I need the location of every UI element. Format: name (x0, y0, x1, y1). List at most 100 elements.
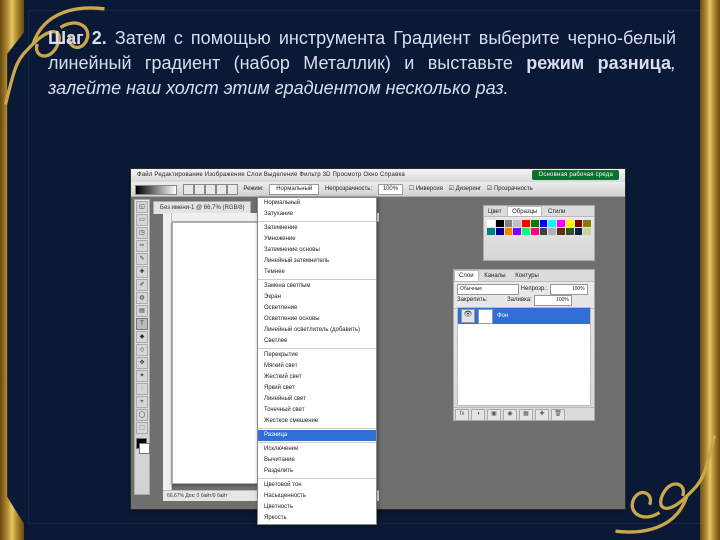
swatch[interactable] (566, 228, 574, 235)
gradient-type-diamond-icon[interactable] (227, 184, 238, 195)
layers-tab[interactable]: Слои (454, 270, 479, 281)
tool-6[interactable]: ✐ (136, 279, 148, 291)
swatch[interactable] (531, 228, 539, 235)
swatches-tab-swatches[interactable]: Образцы (507, 206, 542, 216)
blend-mode-item[interactable]: Разделить (258, 466, 376, 477)
visibility-icon[interactable]: 👁 (461, 309, 475, 323)
workspace-button[interactable]: Основная рабочая среда (532, 170, 619, 180)
swatch[interactable] (522, 228, 530, 235)
swatch[interactable] (487, 220, 495, 227)
gradient-type-radial-icon[interactable] (194, 184, 205, 195)
swatch[interactable] (575, 228, 583, 235)
swatch[interactable] (583, 228, 591, 235)
swatch[interactable] (540, 220, 548, 227)
blend-mode-item[interactable]: Линейный свет (258, 394, 376, 405)
swatch[interactable] (575, 220, 583, 227)
swatch[interactable] (513, 220, 521, 227)
tool-0[interactable]: ◱ (136, 201, 148, 213)
tool-13[interactable]: ✦ (136, 370, 148, 382)
swatch[interactable] (557, 220, 565, 227)
blend-mode-item[interactable]: Мягкий свет (258, 361, 376, 372)
blend-mode-item[interactable]: Светлее (258, 336, 376, 347)
blend-mode-item[interactable]: Осветление (258, 303, 376, 314)
blend-mode-item[interactable]: Исключение (258, 444, 376, 455)
swatch[interactable] (496, 228, 504, 235)
swatch[interactable] (513, 228, 521, 235)
swatch[interactable] (496, 220, 504, 227)
tool-14[interactable]: ◌ (136, 383, 148, 395)
layer-blend-select[interactable]: Обычные (457, 284, 519, 295)
tool-10[interactable]: ◆ (136, 331, 148, 343)
layers-footer-button[interactable]: ◉ (503, 409, 517, 421)
swatches-tab-styles[interactable]: Стили (544, 207, 569, 217)
channels-tab[interactable]: Каналы (480, 271, 509, 282)
tool-3[interactable]: ✂ (136, 240, 148, 252)
tool-16[interactable]: ◯ (136, 409, 148, 421)
tool-4[interactable]: ✎ (136, 253, 148, 265)
swatch[interactable] (487, 228, 495, 235)
fill-value[interactable]: 100% (534, 295, 572, 306)
gradient-preview[interactable] (135, 185, 177, 195)
swatch[interactable] (583, 220, 591, 227)
tool-11[interactable]: ◇ (136, 344, 148, 356)
swatch[interactable] (540, 228, 548, 235)
layer-opacity-value[interactable]: 100% (550, 284, 588, 295)
swatch[interactable] (557, 228, 565, 235)
blend-mode-item[interactable]: Экран (258, 292, 376, 303)
layers-footer-button[interactable]: fx (455, 409, 469, 421)
tool-8[interactable]: ▤ (136, 305, 148, 317)
swatch[interactable] (505, 228, 513, 235)
transparency-checkbox[interactable]: ☑ Прозрачность (487, 182, 533, 196)
blend-mode-item[interactable]: Замена светлым (258, 281, 376, 292)
layers-footer-button[interactable]: ✚ (535, 409, 549, 421)
swatch[interactable] (548, 228, 556, 235)
blend-mode-item[interactable]: Разница (258, 430, 376, 441)
blend-mode-item[interactable]: Затемнение (258, 223, 376, 234)
blend-mode-item[interactable]: Осветление основы (258, 314, 376, 325)
blend-mode-item[interactable]: Цветность (258, 502, 376, 513)
tool-9[interactable]: T (136, 318, 148, 330)
blend-mode-item[interactable]: Перекрытие (258, 350, 376, 361)
swatch[interactable] (548, 220, 556, 227)
blend-mode-item[interactable]: Жесткий свет (258, 372, 376, 383)
blend-mode-item[interactable]: Цветовой тон (258, 480, 376, 491)
blend-mode-item[interactable]: Темнее (258, 267, 376, 278)
tool-7[interactable]: ◍ (136, 292, 148, 304)
blend-mode-item[interactable]: Нормальный (258, 198, 376, 209)
tool-2[interactable]: ◳ (136, 227, 148, 239)
swatch[interactable] (505, 220, 513, 227)
swatch[interactable] (566, 220, 574, 227)
tool-5[interactable]: ✚ (136, 266, 148, 278)
tool-1[interactable]: ▭ (136, 214, 148, 226)
layer-thumbnail[interactable] (478, 309, 493, 324)
blend-mode-item[interactable]: Умножение (258, 234, 376, 245)
blend-mode-item[interactable]: Линейный осветлитель (добавить) (258, 325, 376, 336)
swatch[interactable] (522, 220, 530, 227)
layers-footer-button[interactable]: ▣ (487, 409, 501, 421)
layers-footer-button[interactable]: ◑ (471, 409, 485, 421)
tool-17[interactable]: ⬚ (136, 422, 148, 434)
blend-mode-item[interactable]: Вычитание (258, 455, 376, 466)
blend-mode-item[interactable]: Линейный затемнитель (258, 256, 376, 267)
layer-name[interactable]: Фон (497, 313, 508, 319)
mode-value[interactable]: Нормальный (269, 184, 319, 195)
blend-mode-item[interactable]: Затухание (258, 209, 376, 220)
blend-mode-item[interactable]: Яркий свет (258, 383, 376, 394)
tool-15[interactable]: ⌖ (136, 396, 148, 408)
gradient-type-reflected-icon[interactable] (216, 184, 227, 195)
blend-mode-item[interactable]: Точечный свет (258, 405, 376, 416)
layer-row[interactable]: 👁 Фон (458, 308, 590, 324)
swatches-tab-color[interactable]: Цвет (484, 207, 505, 217)
swatch[interactable] (531, 220, 539, 227)
background-color-swatch[interactable] (139, 443, 150, 454)
blend-mode-item[interactable]: Яркость (258, 513, 376, 524)
blend-mode-item[interactable]: Насыщенность (258, 491, 376, 502)
dither-checkbox[interactable]: ☑ Дизеринг (449, 182, 482, 196)
paths-tab[interactable]: Контуры (511, 271, 543, 282)
gradient-type-angle-icon[interactable] (205, 184, 216, 195)
blend-mode-dropdown[interactable]: НормальныйЗатухание ЗатемнениеУмножение За… (257, 197, 377, 525)
layers-footer-button[interactable]: 🗑 (551, 409, 565, 421)
tool-12[interactable]: ✥ (136, 357, 148, 369)
blend-mode-item[interactable]: Жесткое смешение (258, 416, 376, 427)
invert-checkbox[interactable]: ☐ Инверсия (409, 182, 443, 196)
